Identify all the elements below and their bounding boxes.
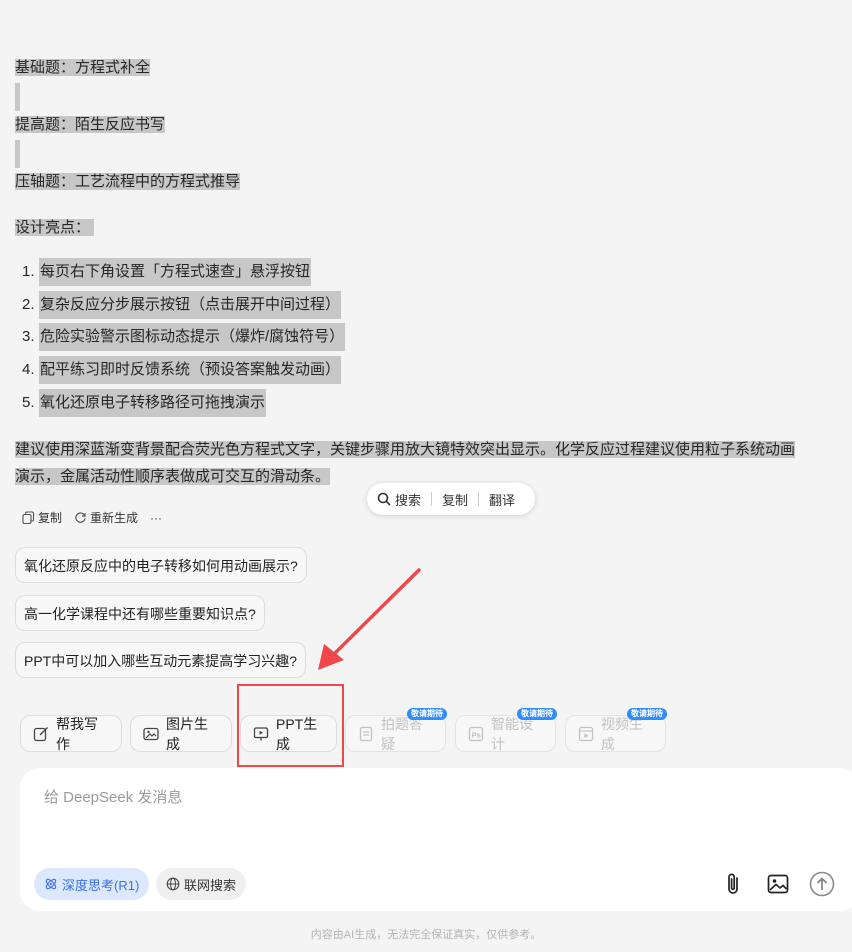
message-input-box[interactable]: 给 DeepSeek 发消息 深度思考(R1) 联网搜索 [20, 768, 852, 911]
deep-think-toggle[interactable]: 深度思考(R1) [34, 868, 150, 900]
recommendation-paragraph: 建议使用深蓝渐变背景配合荧光色方程式文字，关键步骤用放大镜特效突出显示。化学反应… [15, 441, 796, 485]
coming-soon-badge: 敬请期待 [627, 708, 667, 720]
video-icon [578, 726, 594, 742]
search-icon [377, 492, 391, 506]
image-icon [766, 872, 790, 896]
coming-soon-badge: 敬请期待 [407, 708, 447, 720]
suggestion-chip[interactable]: 高一化学课程中还有哪些重要知识点? [15, 595, 265, 631]
message-actions: 复制 重新生成 ··· [22, 509, 174, 526]
regenerate-button[interactable]: 重新生成 [74, 509, 138, 526]
atom-icon [44, 877, 58, 891]
image-generate-button[interactable]: 图片生成 [130, 715, 232, 752]
design-title: 设计亮点： [15, 214, 95, 242]
content-line-1: 基础题：方程式补全 [15, 59, 151, 76]
paperclip-icon [723, 872, 745, 896]
svg-text:Ps: Ps [472, 730, 481, 739]
blank-line [15, 83, 20, 111]
suggestion-chip[interactable]: PPT中可以加入哪些互动元素提高学习兴趣? [15, 642, 307, 678]
annotation-highlight-box [237, 684, 344, 767]
upload-image-button[interactable] [766, 872, 790, 896]
photo-answer-button[interactable]: 拍题答疑 敬请期待 [345, 708, 447, 752]
disclaimer-footer: 内容由AI生成，无法完全保证真实，仅供参考。 [310, 929, 542, 941]
message-input-placeholder[interactable]: 给 DeepSeek 发消息 [44, 786, 182, 807]
content-line-2: 提高题：陌生反应书写 [15, 116, 166, 133]
copy-icon [22, 511, 35, 524]
video-generate-button[interactable]: 视频生成 敬请期待 [565, 708, 667, 752]
popup-translate-button[interactable]: 翻译 [479, 490, 525, 509]
refresh-icon [74, 511, 87, 524]
popup-copy-button[interactable]: 复制 [432, 490, 478, 509]
smart-design-button[interactable]: Ps 智能设计 敬请期待 [455, 708, 557, 752]
globe-icon [166, 877, 180, 891]
list-item: 1. 每页右下角设置「方程式速查」悬浮按钮 [22, 258, 312, 286]
copy-button[interactable]: 复制 [22, 509, 62, 526]
send-button[interactable] [809, 871, 835, 897]
document-scan-icon [358, 726, 374, 742]
content-line-3: 压轴题：工艺流程中的方程式推导 [15, 173, 241, 190]
blank-line [15, 140, 20, 168]
web-search-toggle[interactable]: 联网搜索 [156, 868, 247, 900]
coming-soon-badge: 敬请期待 [517, 708, 557, 720]
write-assist-button[interactable]: 帮我写作 [20, 715, 122, 752]
photoshop-icon: Ps [468, 726, 484, 742]
selection-popup: 搜索 复制 翻译 [367, 483, 535, 515]
list-item: 2. 复杂反应分步展示按钮（点击展开中间过程） [22, 291, 342, 319]
arrow-up-icon [809, 871, 835, 897]
image-icon [143, 726, 159, 742]
attach-button[interactable] [723, 872, 745, 896]
list-item: 4. 配平练习即时反馈系统（预设答案触发动画） [22, 356, 342, 384]
list-item: 3. 危险实验警示图标动态提示（爆炸/腐蚀符号） [22, 323, 346, 351]
edit-icon [33, 726, 49, 742]
suggestion-chip[interactable]: 氧化还原反应中的电子转移如何用动画展示? [15, 547, 307, 583]
more-button[interactable]: ··· [150, 511, 162, 525]
annotation-arrow-icon [318, 568, 421, 670]
list-item: 5. 氧化还原电子转移路径可拖拽演示 [22, 389, 267, 417]
popup-search-button[interactable]: 搜索 [367, 490, 431, 509]
